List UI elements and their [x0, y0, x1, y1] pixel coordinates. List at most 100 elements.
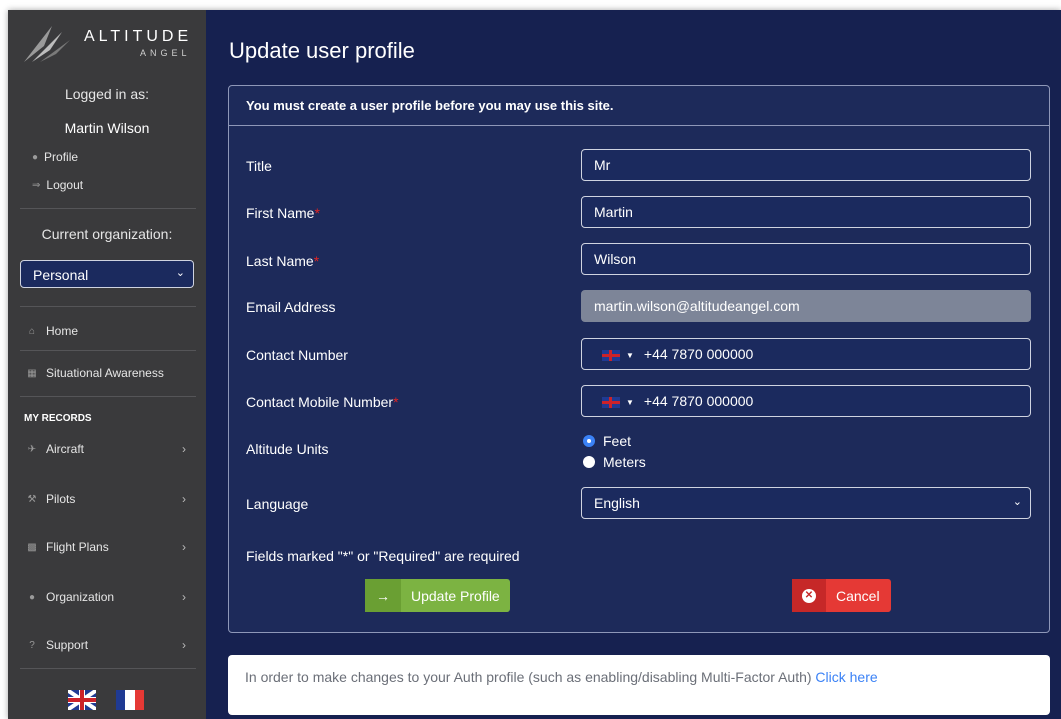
- chevron-right-icon: ›: [182, 442, 186, 456]
- radio-meters[interactable]: Meters: [583, 454, 646, 470]
- nav-home-label: Home: [46, 324, 79, 338]
- logout-icon: ⇒: [32, 179, 41, 191]
- last-name-field[interactable]: Wilson: [581, 243, 1031, 275]
- brand-logo[interactable]: ALTITUDE ANGEL: [22, 24, 197, 70]
- radio-meters-label: Meters: [603, 454, 646, 470]
- email-field: martin.wilson@altitudeangel.com: [581, 290, 1031, 322]
- mobile-number-field[interactable]: ▼ +44 7870 000000: [581, 385, 1031, 417]
- auth-click-here-link[interactable]: Click here: [815, 669, 877, 685]
- org-select-value: Personal: [33, 267, 89, 283]
- contact-number-label: Contact Number: [246, 347, 348, 363]
- app-window: ALTITUDE ANGEL Logged in as: Martin Wils…: [8, 10, 1061, 719]
- language-select[interactable]: English ⌄: [581, 487, 1031, 519]
- uk-flag-icon[interactable]: [602, 349, 620, 361]
- chevron-right-icon: ›: [182, 638, 186, 652]
- panel-notice: You must create a user profile before yo…: [229, 86, 1049, 126]
- profile-form-panel: You must create a user profile before yo…: [228, 85, 1050, 633]
- update-profile-button[interactable]: → Update Profile: [365, 579, 510, 612]
- last-name-label-text: Last Name: [246, 253, 314, 269]
- radio-checked-icon[interactable]: [583, 435, 595, 447]
- caret-down-icon: ▼: [626, 350, 634, 360]
- nav-support-label: Support: [46, 638, 89, 652]
- nav-aircraft-label: Aircraft: [46, 442, 85, 456]
- user-name: Martin Wilson: [64, 120, 150, 136]
- sidebar: ALTITUDE ANGEL Logged in as: Martin Wils…: [8, 10, 206, 719]
- nav-organization-label: Organization: [46, 590, 115, 604]
- required-marker: *: [313, 253, 320, 269]
- language-select-value: English: [594, 495, 640, 511]
- auth-info-box: In order to make changes to your Auth pr…: [228, 655, 1050, 715]
- radio-feet[interactable]: Feet: [583, 433, 631, 449]
- email-label: Email Address: [246, 299, 336, 315]
- mobile-number-label-text: Contact Mobile Number: [246, 394, 394, 410]
- nav-aircraft[interactable]: ✈ Aircraft ›: [24, 442, 194, 456]
- caret-down-icon: ▼: [626, 397, 634, 407]
- arrow-right-icon: →: [365, 579, 401, 612]
- update-profile-label: Update Profile: [411, 587, 500, 604]
- divider: [20, 306, 196, 307]
- first-name-label-text: First Name: [246, 205, 315, 221]
- required-note: Fields marked "*" or "Required" are requ…: [246, 548, 520, 564]
- nav-situational-awareness[interactable]: ▦ Situational Awareness: [24, 366, 194, 380]
- title-field[interactable]: Mr: [581, 149, 1031, 181]
- wrench-icon: ⚒: [27, 493, 37, 505]
- uk-flag-icon[interactable]: [602, 396, 620, 408]
- auth-info-text: In order to make changes to your Auth pr…: [245, 669, 812, 685]
- cancel-label: Cancel: [836, 587, 880, 604]
- last-name-field-value: Wilson: [594, 251, 637, 267]
- radio-unchecked-icon[interactable]: [583, 456, 595, 468]
- brand-sub: ANGEL: [140, 48, 191, 58]
- title-field-value: Mr: [594, 157, 611, 173]
- divider: [20, 396, 196, 397]
- chevron-right-icon: ›: [182, 492, 186, 506]
- user-icon: ●: [32, 151, 39, 163]
- required-marker: *: [393, 394, 399, 410]
- wing-logo-icon: [24, 26, 70, 62]
- nav-flight-plans-label: Flight Plans: [46, 540, 109, 554]
- email-field-value: martin.wilson@altitudeangel.com: [594, 298, 800, 314]
- required-marker: *: [314, 205, 320, 221]
- mobile-number-label: Contact Mobile Number*: [246, 394, 399, 410]
- radio-feet-label: Feet: [603, 433, 632, 449]
- france-flag-icon[interactable]: [116, 690, 144, 710]
- mobile-number-value: +44 7870 000000: [643, 393, 754, 409]
- nav-flight-plans[interactable]: ▩ Flight Plans ›: [24, 540, 194, 554]
- divider: [20, 208, 196, 209]
- profile-link[interactable]: ● Profile: [32, 150, 78, 164]
- section-my-records: MY RECORDS: [24, 413, 92, 424]
- nav-home[interactable]: ⌂ Home: [24, 324, 194, 338]
- chevron-down-icon: ⌄: [1012, 496, 1022, 508]
- brand-name: ALTITUDE: [84, 28, 193, 45]
- user-icon: ●: [28, 591, 36, 603]
- first-name-label: First Name*: [246, 205, 320, 221]
- title-label: Title: [246, 158, 272, 174]
- last-name-label: Last Name*: [246, 253, 319, 269]
- contact-number-value: +44 7870 000000: [643, 346, 754, 362]
- first-name-field-value: Martin: [594, 204, 633, 220]
- logout-link-label: Logout: [46, 178, 84, 192]
- contact-number-field[interactable]: ▼ +44 7870 000000: [581, 338, 1031, 370]
- divider: [20, 668, 196, 669]
- profile-link-label: Profile: [44, 150, 79, 164]
- chevron-right-icon: ›: [182, 590, 186, 604]
- nav-organization[interactable]: ● Organization ›: [24, 590, 194, 604]
- uk-flag-icon[interactable]: [68, 690, 96, 710]
- logout-link[interactable]: ⇒ Logout: [32, 178, 83, 192]
- nav-pilots-label: Pilots: [46, 492, 76, 506]
- logged-in-label: Logged in as:: [64, 86, 150, 102]
- org-select[interactable]: Personal ⌄: [20, 260, 194, 288]
- cancel-button[interactable]: ✕ Cancel: [792, 579, 891, 612]
- divider: [20, 350, 196, 351]
- first-name-field[interactable]: Martin: [581, 196, 1031, 228]
- language-switcher: [68, 690, 144, 710]
- org-label: Current organization:: [41, 226, 173, 242]
- flight-plans-icon: ▩: [27, 541, 37, 553]
- help-icon: ?: [29, 639, 35, 651]
- nav-pilots[interactable]: ⚒ Pilots ›: [24, 492, 194, 506]
- altitude-units-label: Altitude Units: [246, 441, 329, 457]
- close-circle-icon: ✕: [792, 579, 826, 612]
- chevron-down-icon: ⌄: [175, 267, 185, 279]
- nav-support[interactable]: ? Support ›: [24, 638, 194, 652]
- language-label: Language: [246, 496, 309, 512]
- plane-icon: ✈: [27, 443, 37, 455]
